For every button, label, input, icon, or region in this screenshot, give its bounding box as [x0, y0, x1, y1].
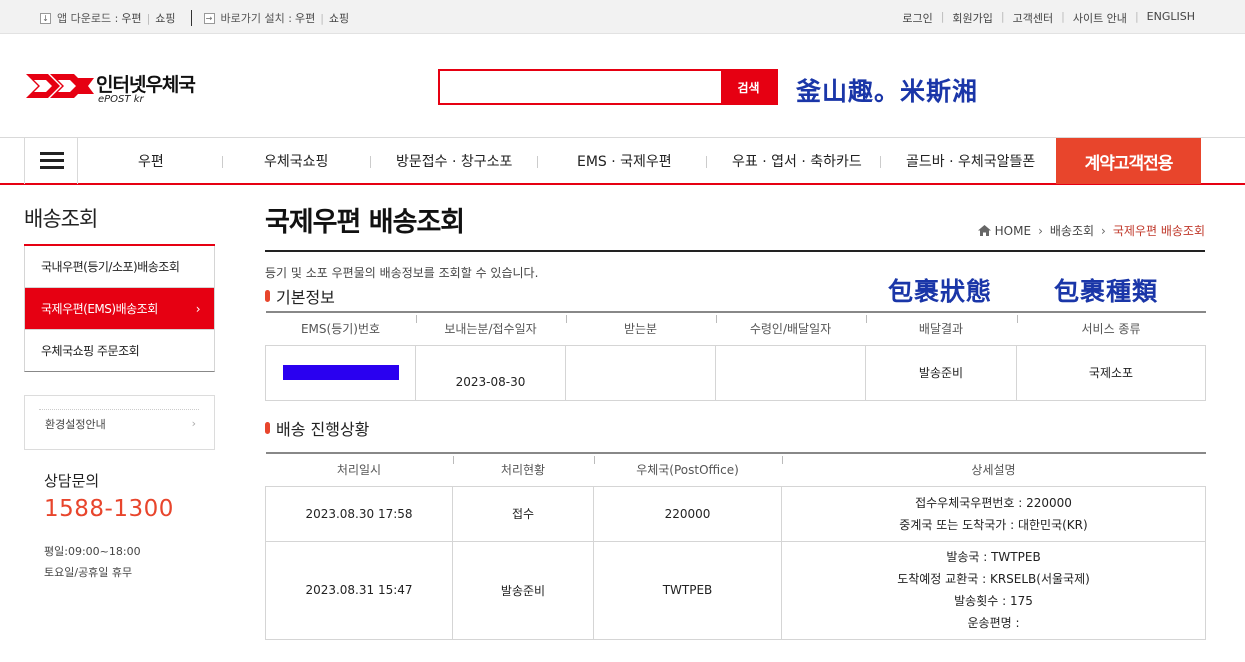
login-link[interactable]: 로그인: [902, 10, 932, 26]
breadcrumb-home[interactable]: HOME: [995, 224, 1031, 238]
search-box: 검색: [438, 69, 778, 105]
col-ems-number: EMS(등기)번호: [265, 311, 416, 346]
nav-item-visit-parcel[interactable]: 방문접수 · 창구소포: [396, 151, 512, 171]
bullet-icon: [265, 422, 270, 434]
shortcut-shopping-link[interactable]: 쇼핑: [329, 10, 349, 26]
search-button[interactable]: 검색: [721, 71, 776, 103]
breadcrumb-current: 국제우편 배송조회: [1112, 224, 1205, 238]
sender-date-cell: 2023-08-30: [415, 344, 566, 401]
col-datetime: 처리일시: [265, 452, 453, 487]
col-service: 서비스 종류: [1016, 311, 1206, 346]
nav-item-goldbar[interactable]: 골드바 · 우체국알뜰폰: [906, 151, 1035, 171]
app-download-post-link[interactable]: 우편: [121, 10, 141, 26]
basic-info-table: EMS(등기)번호 보내는분/접수일자 받는분 수령인/배달일자 배달결과 서비…: [265, 311, 1206, 401]
overlay-caption: 釜山趣。米斯湘: [796, 77, 979, 106]
overlay-type-caption: 包裹種類: [1054, 277, 1159, 306]
receiver-cell: [565, 344, 716, 401]
status-cell: 발송준비: [452, 540, 594, 640]
status-cell: 접수: [452, 485, 594, 542]
col-receiver: 받는분: [565, 311, 716, 346]
service-cell: 국제소포: [1016, 344, 1206, 401]
contact-phone: 1588-1300: [44, 496, 174, 522]
datetime-cell: 2023.08.31 15:47: [265, 540, 453, 640]
utility-bar: ↓ 앱 다운로드 : 우편 | 쇼핑 → 바로가기 설치 : 우편 | 쇼핑 로…: [0, 0, 1245, 34]
utility-right: 로그인 | 회원가입 | 고객센터 | 사이트 안내 | ENGLISH: [902, 10, 1195, 26]
breadcrumb: HOME › 배송조회 › 국제우편 배송조회: [977, 222, 1205, 239]
app-download-label: 앱 다운로드 :: [57, 12, 119, 25]
title-divider: [265, 250, 1205, 252]
col-office: 우체국(PostOffice): [593, 452, 782, 487]
nav-item-post[interactable]: 우편: [138, 151, 164, 171]
nav-item-ems[interactable]: EMS · 국제우편: [577, 151, 672, 171]
col-status: 처리현황: [452, 452, 594, 487]
sidebar-item-shopping-order[interactable]: 우체국쇼핑 주문조회: [24, 330, 215, 372]
contact-label: 상담문의: [44, 472, 100, 490]
table-row: 2023-08-30 발송준비 국제소포: [265, 344, 1206, 401]
recipient-date-cell: [715, 344, 866, 401]
env-settings-link[interactable]: 환경설정안내 ›: [24, 395, 215, 450]
sidebar-item-domestic[interactable]: 국내우편(등기/소포)배송조회: [24, 246, 215, 288]
env-settings-label: 환경설정안내: [45, 418, 106, 431]
details-cell: 접수우체국우편번호 : 220000 중계국 또는 도착국가 : 대한민국(KR…: [781, 485, 1206, 542]
col-details: 상세설명: [781, 452, 1206, 487]
sidebar-menu: 국내우편(등기/소포)배송조회 국제우편(EMS)배송조회 › 우체국쇼핑 주문…: [24, 244, 215, 372]
office-cell: 220000: [593, 485, 782, 542]
table-row: 2023.08.30 17:58 접수 220000 접수우체국우편번호 : 2…: [265, 485, 1206, 542]
sidebar-item-international[interactable]: 국제우편(EMS)배송조회 ›: [24, 288, 215, 330]
col-result: 배달결과: [865, 311, 1017, 346]
app-download-shopping-link[interactable]: 쇼핑: [155, 10, 175, 26]
nav-item-shopping[interactable]: 우체국쇼핑: [264, 151, 328, 171]
download-icon: ↓: [40, 12, 51, 24]
signup-link[interactable]: 회원가입: [952, 10, 992, 26]
page-title: 국제우편 배송조회: [265, 207, 465, 238]
shortcut-post-link[interactable]: 우편: [295, 10, 315, 26]
overlay-status-caption: 包裹狀態: [888, 277, 993, 306]
logo-subtitle: ePOST kr: [98, 94, 144, 105]
sidebar-title: 배송조회: [24, 207, 98, 231]
basic-info-heading: 기본정보: [265, 284, 335, 308]
home-icon: [977, 225, 991, 236]
utility-left: ↓ 앱 다운로드 : 우편 | 쇼핑 → 바로가기 설치 : 우편 | 쇼핑: [40, 10, 352, 26]
result-cell: 발송준비: [865, 344, 1017, 401]
search-input[interactable]: [440, 71, 722, 103]
chevron-right-icon: ›: [195, 301, 201, 316]
divider: [190, 10, 192, 26]
chevron-right-icon: ›: [191, 417, 196, 430]
col-sender-date: 보내는분/접수일자: [415, 311, 566, 346]
office-cell: TWTPEB: [593, 540, 782, 640]
site-guide-link[interactable]: 사이트 안내: [1073, 10, 1127, 26]
breadcrumb-tracking[interactable]: 배송조회: [1050, 222, 1094, 239]
redaction-bar: [282, 365, 399, 380]
datetime-cell: 2023.08.30 17:58: [265, 485, 453, 542]
main-nav: 우편 우체국쇼핑 방문접수 · 창구소포 EMS · 국제우편 우표 · 엽서 …: [0, 137, 1245, 185]
page-description: 등기 및 소포 우편물의 배송정보를 조회할 수 있습니다.: [265, 266, 539, 280]
english-link[interactable]: ENGLISH: [1147, 10, 1195, 26]
details-cell: 발송국 : TWTPEB 도착예정 교환국 : KRSELB(서울국제) 발송횟…: [781, 540, 1206, 640]
menu-icon[interactable]: [24, 138, 78, 184]
col-recipient-date: 수령인/배달일자: [715, 311, 866, 346]
progress-heading: 배송 진행상황: [265, 416, 369, 440]
nav-item-stamps[interactable]: 우표 · 엽서 · 축하카드: [732, 151, 862, 171]
logo-title[interactable]: 인터넷우체국: [96, 70, 196, 97]
contract-customer-button[interactable]: 계약고객전용: [1056, 138, 1201, 184]
shortcut-icon: →: [203, 12, 215, 24]
table-header-row: 처리일시 처리현황 우체국(PostOffice) 상세설명: [265, 452, 1206, 487]
bullet-icon: [265, 290, 270, 302]
progress-table: 처리일시 처리현황 우체국(PostOffice) 상세설명 2023.08.3…: [265, 452, 1206, 640]
contact-hours: 평일:09:00~18:00 토요일/공휴일 휴무: [44, 545, 141, 579]
customer-center-link[interactable]: 고객센터: [1013, 10, 1053, 26]
ems-number-cell: [265, 344, 416, 401]
table-row: 2023.08.31 15:47 발송준비 TWTPEB 발송국 : TWTPE…: [265, 540, 1206, 640]
shortcut-label: 바로가기 설치 :: [220, 12, 292, 25]
table-header-row: EMS(등기)번호 보내는분/접수일자 받는분 수령인/배달일자 배달결과 서비…: [265, 311, 1206, 346]
